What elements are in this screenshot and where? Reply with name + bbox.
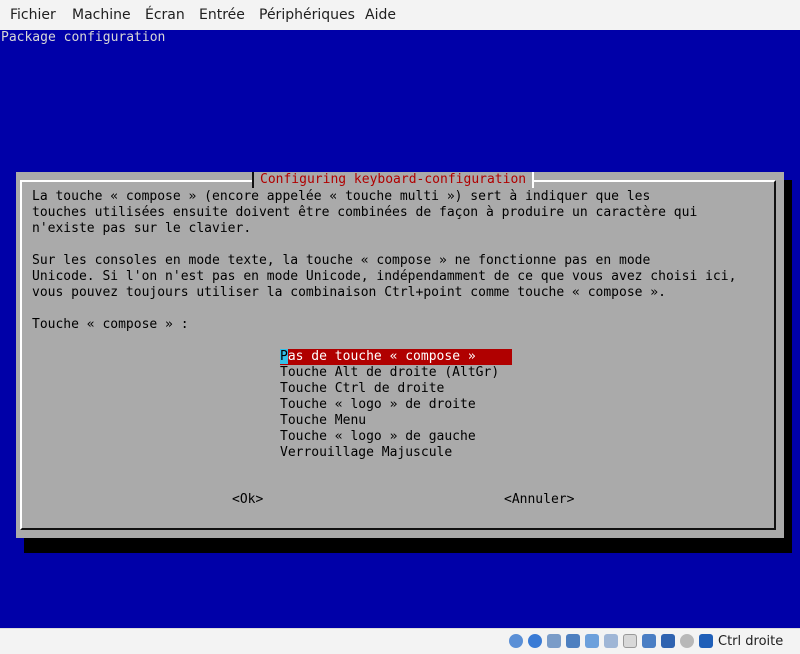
configuration-dialog: Configuring keyboard-configuration La to… (16, 172, 784, 538)
menu-machine[interactable]: Machine (72, 7, 131, 23)
option-right-alt[interactable]: Touche Alt de droite (AltGr) (280, 365, 499, 381)
text-cursor: P (280, 349, 288, 364)
description-line: n'existe pas sur le clavier. (32, 221, 252, 236)
package-configuration-title: Package configuration (1, 30, 166, 45)
menu-bar: Fichier Machine Écran Entrée Périphériqu… (0, 0, 800, 31)
menu-peripheriques[interactable]: Périphériques (259, 7, 355, 23)
description-line: Sur les consoles en mode texte, la touch… (32, 253, 651, 268)
menu-aide[interactable]: Aide (365, 7, 396, 23)
video-capture-icon[interactable] (642, 634, 656, 648)
ok-button[interactable]: <Ok> (232, 492, 263, 508)
optical-drive-icon[interactable] (528, 634, 542, 648)
network-icon[interactable] (566, 634, 580, 648)
keyboard-capture-icon[interactable] (699, 634, 713, 648)
option-caps-lock[interactable]: Verrouillage Majuscule (280, 445, 452, 461)
cancel-button[interactable]: <Annuler> (504, 492, 574, 508)
dialog-title: Configuring keyboard-configuration (252, 172, 535, 188)
mouse-integration-icon[interactable] (661, 634, 675, 648)
vm-screen[interactable]: Package configuration Configuring keyboa… (0, 30, 800, 628)
description-line: vous pouvez toujours utiliser la combina… (32, 285, 666, 300)
description-line: Unicode. Si l'on n'est pas en mode Unico… (32, 269, 737, 284)
host-key-label: Ctrl droite (718, 634, 784, 649)
option-no-compose-key[interactable]: Pas de touche « compose » (280, 349, 512, 365)
shared-folders-icon[interactable] (604, 634, 618, 648)
menu-ecran[interactable]: Écran (145, 7, 185, 23)
usb-icon[interactable] (585, 634, 599, 648)
audio-icon[interactable] (547, 634, 561, 648)
hdd-icon[interactable] (509, 634, 523, 648)
option-label: as de touche « compose » (287, 349, 476, 364)
display-icon[interactable] (623, 634, 637, 648)
option-right-logo[interactable]: Touche « logo » de droite (280, 397, 476, 413)
prompt-label: Touche « compose » : (32, 317, 189, 332)
option-right-ctrl[interactable]: Touche Ctrl de droite (280, 381, 444, 397)
option-left-logo[interactable]: Touche « logo » de gauche (280, 429, 476, 445)
description-line: touches utilisées ensuite doivent être c… (32, 205, 698, 220)
cpu-icon[interactable] (680, 634, 694, 648)
menu-fichier[interactable]: Fichier (10, 7, 56, 23)
status-bar: Ctrl droite (0, 628, 800, 654)
description-line: La touche « compose » (encore appelée « … (32, 189, 651, 204)
option-menu-key[interactable]: Touche Menu (280, 413, 366, 429)
menu-entree[interactable]: Entrée (199, 7, 245, 23)
